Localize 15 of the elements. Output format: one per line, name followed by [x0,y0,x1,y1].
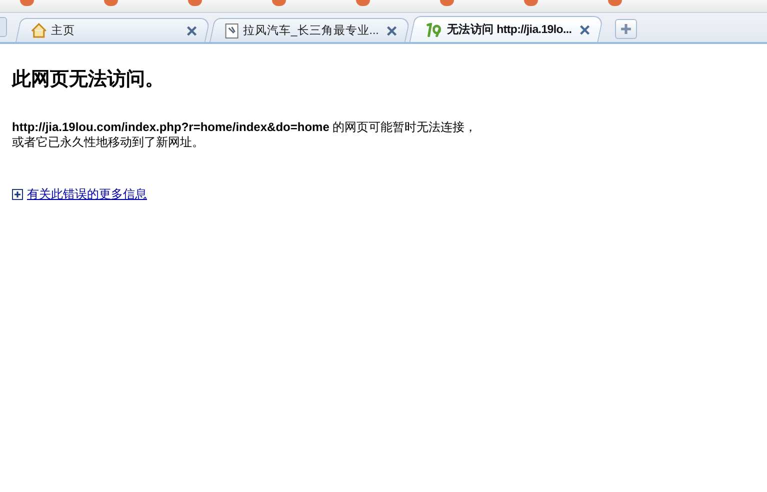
plus-icon [620,23,632,35]
new-tab-button[interactable] [614,19,637,39]
close-icon[interactable] [578,22,592,36]
house-icon [30,23,47,38]
plus-box-icon[interactable] [12,189,23,200]
browser-tab[interactable]: 拉风汽车_长三角最专业... [209,18,411,42]
page-icon [224,22,239,38]
close-icon[interactable] [184,24,199,38]
more-info-link[interactable]: 有关此错误的更多信息 [27,186,147,203]
site-logo-icon [424,22,443,36]
browser-tab[interactable]: 主页 [15,18,211,42]
error-heading: 此网页无法访问。 [12,67,165,92]
browser-tab[interactable]: 无法访问 http://jia.19lo... [409,16,604,42]
error-message: http://jia.19lou.com/index.php?r=home/index&do=home 的网页可能暂时无法连接，或者它已永久性地移动到了新网址。 [12,120,478,150]
close-icon[interactable] [384,24,399,38]
